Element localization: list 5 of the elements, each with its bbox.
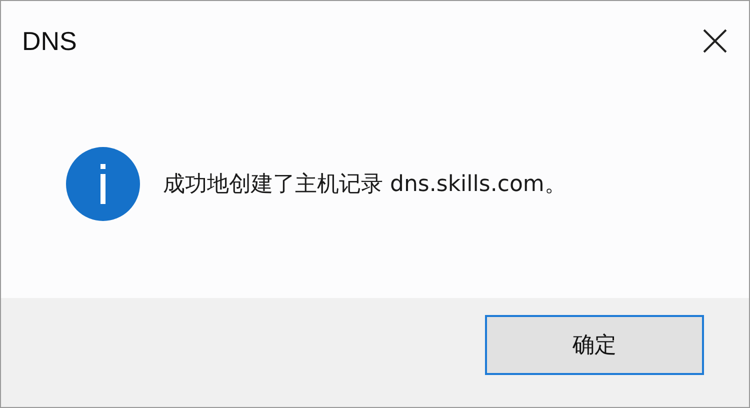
close-icon[interactable] [703,29,727,53]
ok-button[interactable]: 确定 [485,315,704,375]
info-icon [65,146,141,222]
message-text: 成功地创建了主机记录 dns.skills.com。 [163,170,566,198]
window-title: DNS [22,26,77,56]
